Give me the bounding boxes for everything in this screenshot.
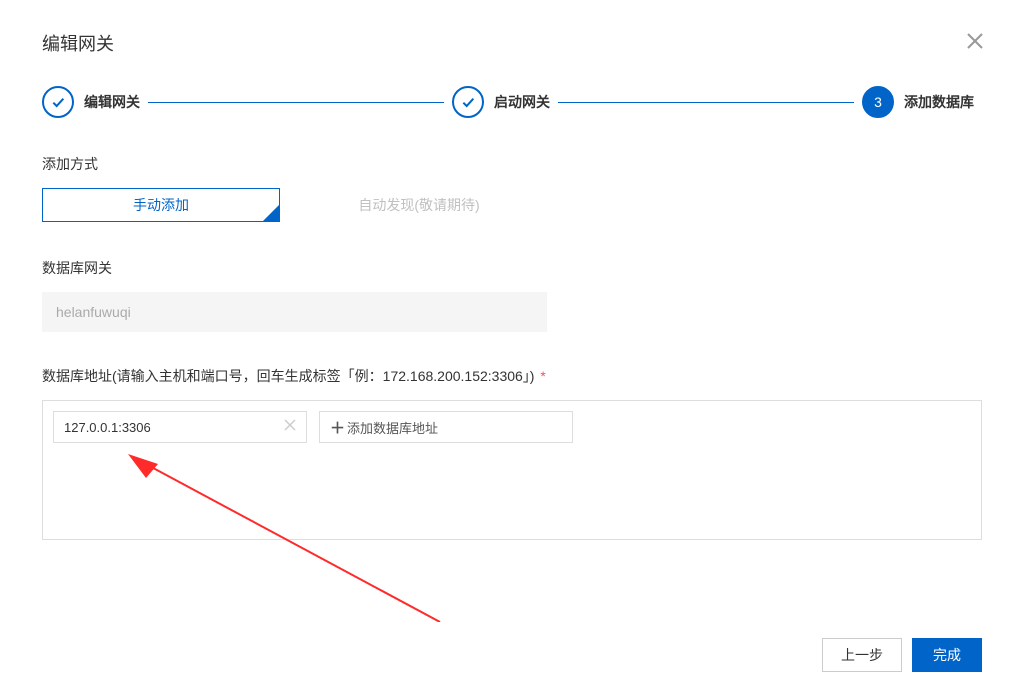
step-3-label: 添加数据库 (904, 92, 974, 112)
plus-icon: ＋ (330, 417, 345, 438)
step-number-badge: 3 (862, 86, 894, 118)
dialog-title: 编辑网关 (42, 30, 982, 56)
prev-button-label: 上一步 (841, 645, 883, 665)
dialog-footer: 上一步 完成 (822, 638, 982, 672)
step-2-label: 启动网关 (494, 92, 550, 112)
add-method-manual-label: 手动添加 (133, 195, 189, 215)
add-db-address-input[interactable]: ＋ 添加数据库地址 (319, 411, 573, 443)
add-method-auto: 自动发现(敬请期待) (300, 188, 538, 222)
db-address-tag-text: 127.0.0.1:3306 (64, 420, 151, 435)
step-1-label: 编辑网关 (84, 92, 140, 112)
add-db-address-placeholder: 添加数据库地址 (347, 418, 438, 437)
db-address-tag-area[interactable]: 127.0.0.1:3306 ＋ 添加数据库地址 (42, 400, 982, 540)
add-method-options: 手动添加 自动发现(敬请期待) (42, 188, 982, 222)
add-method-auto-label: 自动发现(敬请期待) (358, 195, 479, 215)
step-connector (148, 102, 444, 103)
remove-tag-icon[interactable] (284, 418, 296, 436)
step-2: 启动网关 (452, 86, 558, 118)
gateway-name-input: helanfuwuqi (42, 292, 547, 332)
db-address-label-text: 数据库地址(请输入主机和端口号，回车生成标签「例：172.168.200.152… (42, 368, 534, 384)
done-button-label: 完成 (933, 645, 961, 665)
add-method-label: 添加方式 (42, 154, 982, 174)
close-icon[interactable] (966, 32, 984, 54)
prev-button[interactable]: 上一步 (822, 638, 902, 672)
gateway-label: 数据库网关 (42, 258, 982, 278)
db-address-tag[interactable]: 127.0.0.1:3306 (53, 411, 307, 443)
add-method-manual[interactable]: 手动添加 (42, 188, 280, 222)
step-1: 编辑网关 (42, 86, 148, 118)
db-address-label: 数据库地址(请输入主机和端口号，回车生成标签「例：172.168.200.152… (42, 366, 982, 386)
step-3: 3 添加数据库 (862, 86, 982, 118)
done-button[interactable]: 完成 (912, 638, 982, 672)
check-icon (42, 86, 74, 118)
check-icon (452, 86, 484, 118)
stepper: 编辑网关 启动网关 3 添加数据库 (42, 86, 982, 118)
required-asterisk: * (540, 368, 545, 384)
step-connector (558, 102, 854, 103)
edit-gateway-dialog: 编辑网关 编辑网关 启动网关 3 添加数据库 添加方式 手动添加 自动发现(敬 (0, 0, 1024, 696)
